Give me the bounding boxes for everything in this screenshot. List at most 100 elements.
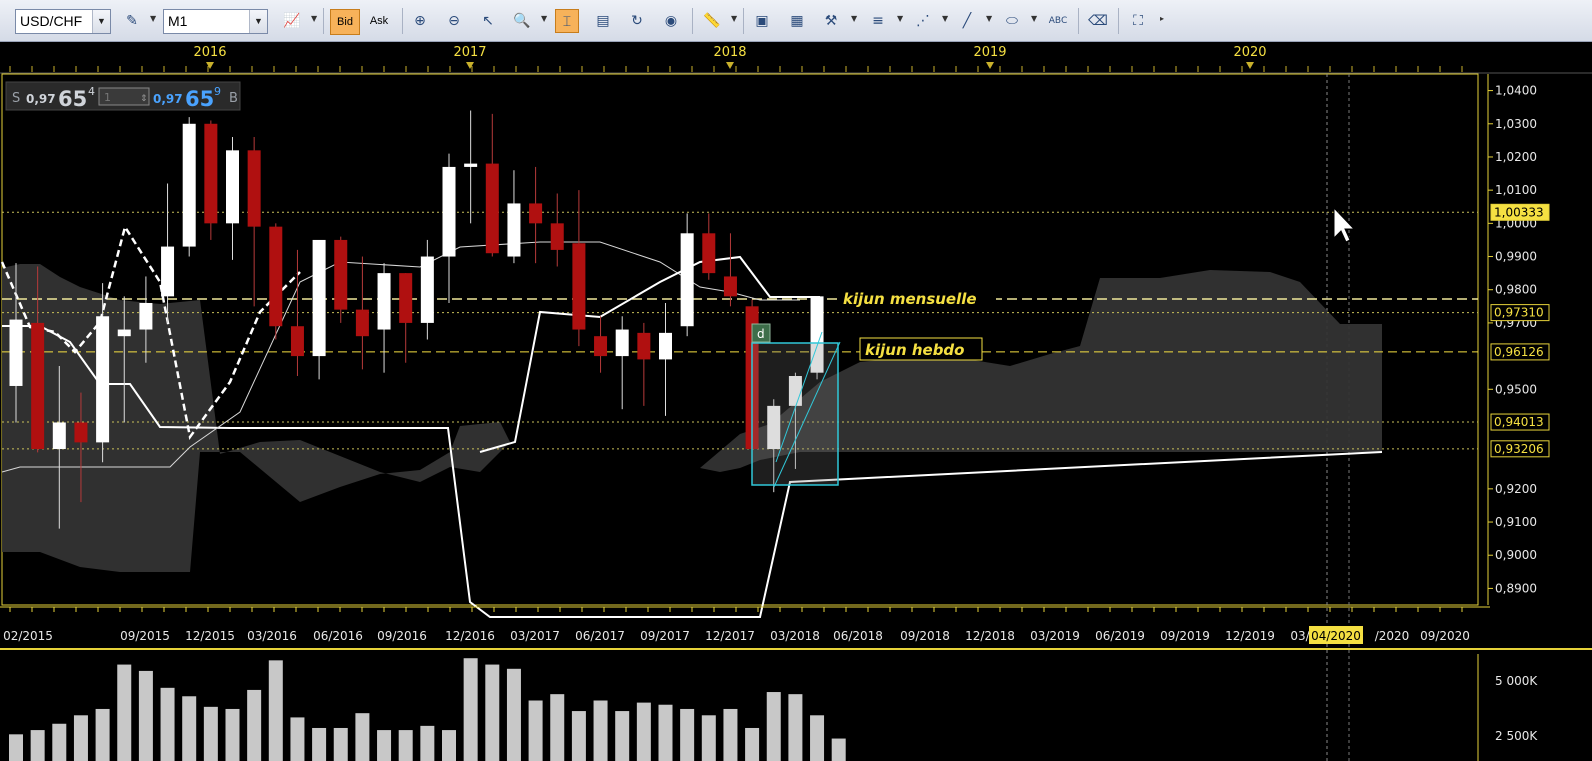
tools-icon[interactable]: ⚒ bbox=[819, 9, 843, 33]
refresh-icon[interactable]: ↻ bbox=[625, 9, 649, 33]
candle-bull[interactable] bbox=[442, 166, 456, 257]
chart-area[interactable]: 2016 2017 2018 2019 2020 1,0400 1,0300 1,0200 1… bbox=[0, 42, 1592, 761]
lines-icon[interactable]: ≡ bbox=[866, 9, 890, 33]
eraser-icon[interactable]: ⌫ bbox=[1086, 9, 1110, 33]
chevron-down-icon[interactable]: ▼ bbox=[150, 14, 156, 23]
candle-bear[interactable] bbox=[355, 309, 369, 337]
price-tag-label[interactable]: 0,93206 bbox=[1494, 442, 1544, 456]
sell-pips[interactable]: 65 bbox=[58, 87, 87, 111]
spinner-icon[interactable]: ⇕ bbox=[140, 94, 148, 104]
kijun-monthly-label[interactable]: kijun mensuelle bbox=[843, 290, 977, 308]
zoom-in-icon[interactable]: ⊕ bbox=[408, 9, 432, 33]
marker-d-label[interactable]: d bbox=[757, 327, 765, 341]
ask-button[interactable]: Ask bbox=[364, 9, 394, 35]
ellipse-icon[interactable]: ⬭ bbox=[1000, 9, 1024, 33]
price-tag-label[interactable]: 1,00333 bbox=[1494, 205, 1544, 219]
candle-bull[interactable] bbox=[182, 123, 196, 247]
chevron-down-icon[interactable]: ▼ bbox=[1031, 14, 1037, 23]
candle-bull[interactable] bbox=[680, 233, 694, 327]
year-tick-icon bbox=[466, 62, 474, 69]
selection-box[interactable] bbox=[751, 331, 841, 488]
chevron-down-icon[interactable]: ▼ bbox=[311, 14, 317, 23]
candle-bear[interactable] bbox=[572, 243, 586, 330]
candle-bull[interactable] bbox=[464, 163, 478, 167]
volume-bar bbox=[290, 717, 305, 761]
crosshair-icon[interactable]: ⌶ bbox=[555, 9, 579, 33]
order-icon[interactable]: ▤ bbox=[591, 9, 615, 33]
candle-bull[interactable] bbox=[420, 256, 434, 323]
text-icon[interactable]: ABC bbox=[1046, 9, 1070, 33]
globe-icon[interactable]: ◉ bbox=[659, 9, 683, 33]
candle-bear[interactable] bbox=[702, 233, 716, 274]
candle-bear[interactable] bbox=[290, 326, 304, 357]
volume-bar bbox=[377, 730, 392, 761]
kijun-weekly-label[interactable]: kijun hebdo bbox=[865, 341, 964, 359]
candle-bull[interactable] bbox=[9, 319, 23, 386]
symbol-select[interactable]: USD/CHF ▼ bbox=[15, 9, 111, 34]
quote-panel[interactable]: S 0,97 65 4 1 ⇕ 0,97 65 9 B bbox=[5, 81, 241, 111]
selection-rectangle[interactable] bbox=[751, 342, 839, 486]
buy-pips[interactable]: 65 bbox=[185, 87, 214, 111]
price-tag-label[interactable]: 0,96126 bbox=[1494, 345, 1544, 359]
candle-bull[interactable] bbox=[226, 150, 239, 224]
volume-bar bbox=[333, 727, 348, 761]
candle-bear[interactable] bbox=[637, 332, 651, 360]
time-label: 09/2019 bbox=[1160, 629, 1210, 643]
candle-bear[interactable] bbox=[247, 150, 261, 227]
candle-bear[interactable] bbox=[399, 273, 413, 323]
candle-bear[interactable] bbox=[594, 336, 608, 357]
sell-price-big[interactable]: 0,97 bbox=[26, 92, 56, 106]
chevron-down-icon[interactable]: ▼ bbox=[731, 14, 737, 23]
year-tick-icon bbox=[726, 62, 734, 69]
price-tag-label[interactable]: 0,94013 bbox=[1494, 415, 1544, 429]
candle-bear[interactable] bbox=[334, 239, 348, 310]
candle-bull[interactable] bbox=[161, 246, 175, 297]
buy-price-big[interactable]: 0,97 bbox=[153, 92, 183, 106]
candle-bull[interactable] bbox=[117, 329, 131, 337]
candle-bull[interactable] bbox=[96, 316, 110, 443]
candle-bull[interactable] bbox=[52, 422, 66, 450]
year-label: 2017 bbox=[453, 45, 486, 60]
candle-bull[interactable] bbox=[615, 329, 629, 357]
volume-bar bbox=[203, 706, 218, 761]
zoom-out-icon[interactable]: ⊖ bbox=[442, 9, 466, 33]
candle-bear[interactable] bbox=[31, 322, 45, 450]
chart-window-icon[interactable]: ▦ bbox=[785, 9, 809, 33]
symbol-value: USD/CHF bbox=[20, 13, 83, 29]
candle-bear[interactable] bbox=[723, 276, 737, 297]
candle-bear[interactable] bbox=[269, 226, 283, 327]
magnify-icon[interactable]: 🔍 bbox=[510, 9, 534, 33]
candle-bear[interactable] bbox=[74, 422, 88, 443]
chart-type-icon[interactable]: 📈 bbox=[280, 9, 304, 33]
bid-button[interactable]: Bid bbox=[330, 9, 360, 35]
chevron-down-icon[interactable]: ▼ bbox=[897, 14, 903, 23]
network-icon[interactable]: ⛶ bbox=[1126, 9, 1150, 33]
indicator-icon[interactable]: ✎ bbox=[120, 9, 144, 33]
volume-bar bbox=[788, 694, 803, 761]
pointer-icon[interactable]: ↖ bbox=[476, 9, 500, 33]
chevron-down-icon[interactable]: ▼ bbox=[851, 14, 857, 23]
candle-bear[interactable] bbox=[529, 203, 543, 224]
price-tag-label[interactable]: 0,97310 bbox=[1494, 306, 1544, 320]
timeframe-select[interactable]: M1 ▼ bbox=[163, 9, 268, 34]
ruler-icon[interactable]: 📏 bbox=[700, 9, 724, 33]
candle-bull[interactable] bbox=[139, 302, 153, 330]
trendline-icon[interactable]: ╱ bbox=[955, 9, 979, 33]
candle-bull[interactable] bbox=[507, 203, 521, 257]
time-label: 12/2016 bbox=[445, 629, 495, 643]
chevron-down-icon[interactable]: ▼ bbox=[986, 14, 992, 23]
toolbar-overflow-icon[interactable]: ▸ bbox=[1160, 14, 1164, 23]
candle-bull[interactable] bbox=[659, 332, 672, 360]
candle-bull[interactable] bbox=[312, 239, 326, 357]
volume-bar bbox=[485, 664, 500, 761]
volume-bar bbox=[117, 664, 132, 761]
candle-bull[interactable] bbox=[377, 273, 391, 330]
candle-bear[interactable] bbox=[485, 163, 499, 254]
candle-bear[interactable] bbox=[550, 223, 564, 250]
chevron-down-icon[interactable]: ▼ bbox=[942, 14, 948, 23]
candle-bear[interactable] bbox=[204, 123, 218, 224]
image-icon[interactable]: ▣ bbox=[750, 9, 774, 33]
chevron-down-icon[interactable]: ▼ bbox=[541, 14, 547, 23]
fan-icon[interactable]: ⋰ bbox=[911, 9, 935, 33]
year-label: 2016 bbox=[193, 45, 226, 60]
